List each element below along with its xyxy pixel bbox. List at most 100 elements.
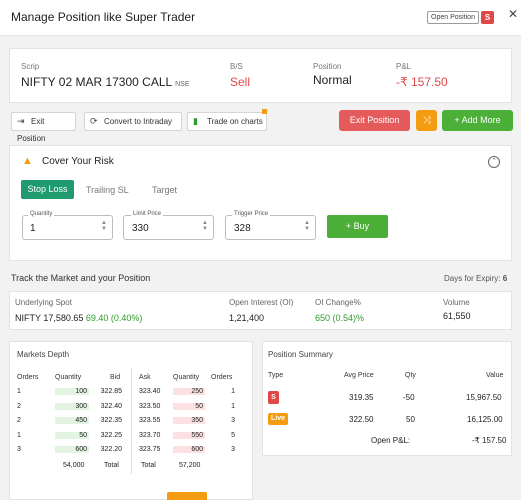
depth-ask-price-5: 323.75: [139, 446, 161, 453]
buy-button[interactable]: + Buy: [327, 215, 388, 238]
limit-price-value[interactable]: 330: [132, 223, 149, 234]
scrip-label: Scrip: [21, 62, 40, 71]
oi-change-value: 650 (0.54)%: [315, 313, 365, 323]
quantity-label: Quantity: [28, 211, 55, 217]
summary-qty-sell: -50: [403, 393, 415, 402]
depth-header-qty-bid: Quantity: [55, 374, 82, 381]
limit-price-stepper[interactable]: ▲ ▼: [202, 220, 208, 232]
underlying-label: Underlying Spot: [15, 298, 72, 307]
depth-ask-orders-2: 1: [231, 402, 235, 410]
warning-icon: ▲: [22, 155, 33, 167]
sell-type-badge: S: [268, 391, 279, 404]
summary-header-value: Value: [486, 372, 504, 379]
summary-header-type: Type: [268, 372, 284, 379]
depth-ask-price-1: 323.40: [139, 388, 161, 395]
exit-position-link[interactable]: ⇥ Exit Position: [11, 112, 76, 143]
exit-position-button[interactable]: Exit Position: [339, 110, 410, 131]
chart-icon: ▮: [193, 116, 198, 126]
depth-ask-orders-5: 3: [231, 446, 235, 453]
trade-on-charts-button[interactable]: ▮ Trade on charts: [187, 112, 267, 131]
depth-bid-qty-1: 100: [55, 388, 89, 395]
convert-icon: ⟳: [90, 116, 98, 126]
depth-ask-qty-3: 350: [173, 417, 205, 424]
depth-header-orders-ask: Orders: [211, 374, 233, 381]
volume-value: 61,550: [443, 311, 471, 321]
volume-label: Volume: [443, 298, 470, 307]
depth-bid-orders-5: 3: [17, 446, 21, 453]
trigger-price-label: Trigger Price: [232, 211, 271, 217]
floating-tab[interactable]: [167, 492, 207, 500]
depth-bid-price-4: 322.25: [100, 431, 122, 439]
depth-header-qty-ask: Quantity: [173, 374, 200, 381]
collapse-icon[interactable]: ⌃: [488, 156, 500, 168]
depth-ask-qty-2: 50: [173, 402, 205, 410]
bid-total-label: Total: [104, 462, 119, 469]
depth-bid-orders-3: 2: [17, 417, 21, 424]
depth-bid-price-1: 322.85: [100, 388, 122, 395]
underlying-value: NIFTY 17,580.65 69.40 (0.40%): [15, 313, 143, 323]
depth-bid-qty-3: 450: [55, 417, 89, 424]
depth-ask-price-3: 323.55: [139, 417, 161, 424]
open-pnl-value: -₹ 157.50: [472, 436, 507, 445]
summary-value-sell: 15,967.50: [466, 393, 502, 402]
depth-ask-orders-3: 3: [231, 417, 235, 424]
bid-total-value: 54,000: [63, 462, 85, 469]
market-track-card: [9, 291, 512, 330]
depth-bid-price-2: 322.40: [100, 402, 122, 410]
market-depth-title: Markets Depth: [17, 350, 70, 359]
exchange-label: NSE: [175, 81, 190, 88]
tab-target[interactable]: Target: [152, 185, 177, 195]
depth-ask-qty-4: 550: [173, 431, 205, 439]
close-icon[interactable]: ✕: [508, 7, 518, 21]
pnl-value: -₹ 157.50: [396, 75, 448, 89]
depth-divider: [131, 368, 132, 474]
summary-value-live: 16,125.00: [467, 415, 503, 424]
depth-header-bid: Bid: [110, 374, 121, 381]
depth-header-ask: Ask: [139, 374, 151, 381]
depth-ask-qty-5: 600: [173, 446, 205, 453]
ask-total-value: 57,200: [179, 462, 201, 469]
depth-ask-qty-1: 250: [173, 388, 205, 395]
trigger-price-value[interactable]: 328: [234, 223, 251, 234]
new-indicator-icon: [262, 109, 267, 114]
bs-value: Sell: [230, 75, 251, 89]
add-more-button[interactable]: + Add More: [442, 110, 513, 131]
underlying-change: 69.40 (0.40%): [85, 313, 143, 323]
limit-price-label: Limit Price: [131, 211, 164, 217]
summary-header-avg: Avg Price: [344, 372, 374, 379]
swap-icon[interactable]: ⤨: [416, 110, 437, 131]
open-position-button[interactable]: Open Position: [427, 11, 479, 24]
depth-bid-qty-4: 50: [55, 431, 89, 439]
tab-stop-loss[interactable]: Stop Loss: [21, 180, 74, 199]
bs-label: B/S: [230, 62, 243, 71]
depth-bid-qty-5: 600: [55, 446, 89, 453]
tab-trailing-sl[interactable]: Trailing SL: [86, 185, 129, 195]
cover-risk-title: Cover Your Risk: [42, 156, 114, 167]
quantity-stepper[interactable]: ▲ ▼: [101, 220, 107, 232]
ask-total-label: Total: [141, 462, 156, 469]
position-value: Normal: [313, 73, 352, 87]
summary-header-qty: Qty: [405, 372, 416, 379]
oi-label: Open Interest (OI): [229, 298, 294, 307]
expiry-value: 6: [502, 274, 508, 283]
convert-intraday-button[interactable]: ⟳ Convert to Intraday: [84, 112, 182, 131]
depth-bid-orders-4: 1: [17, 431, 21, 439]
scrip-name: NIFTY 02 MAR 17300 CALL NSE: [21, 75, 190, 89]
trigger-price-stepper[interactable]: ▲ ▼: [304, 220, 310, 232]
pnl-label: P&L: [396, 62, 412, 71]
depth-bid-qty-2: 300: [55, 402, 89, 410]
exit-icon: ⇥: [17, 116, 25, 126]
depth-bid-price-5: 322.20: [100, 446, 122, 453]
live-type-badge: Live: [268, 413, 288, 425]
summary-avg-live: 322.50: [349, 415, 374, 424]
oi-value: 1,21,400: [229, 313, 265, 323]
depth-bid-orders-1: 1: [17, 388, 21, 395]
days-for-expiry: Days for Expiry: 6: [444, 274, 508, 283]
depth-bid-price-3: 322.35: [100, 417, 122, 424]
depth-bid-orders-2: 2: [17, 402, 21, 410]
sell-badge: S: [481, 11, 494, 24]
position-summary-title: Position Summary: [268, 350, 333, 359]
depth-ask-orders-1: 1: [231, 388, 235, 395]
quantity-value[interactable]: 1: [30, 223, 36, 234]
summary-avg-sell: 319.35: [349, 393, 374, 402]
